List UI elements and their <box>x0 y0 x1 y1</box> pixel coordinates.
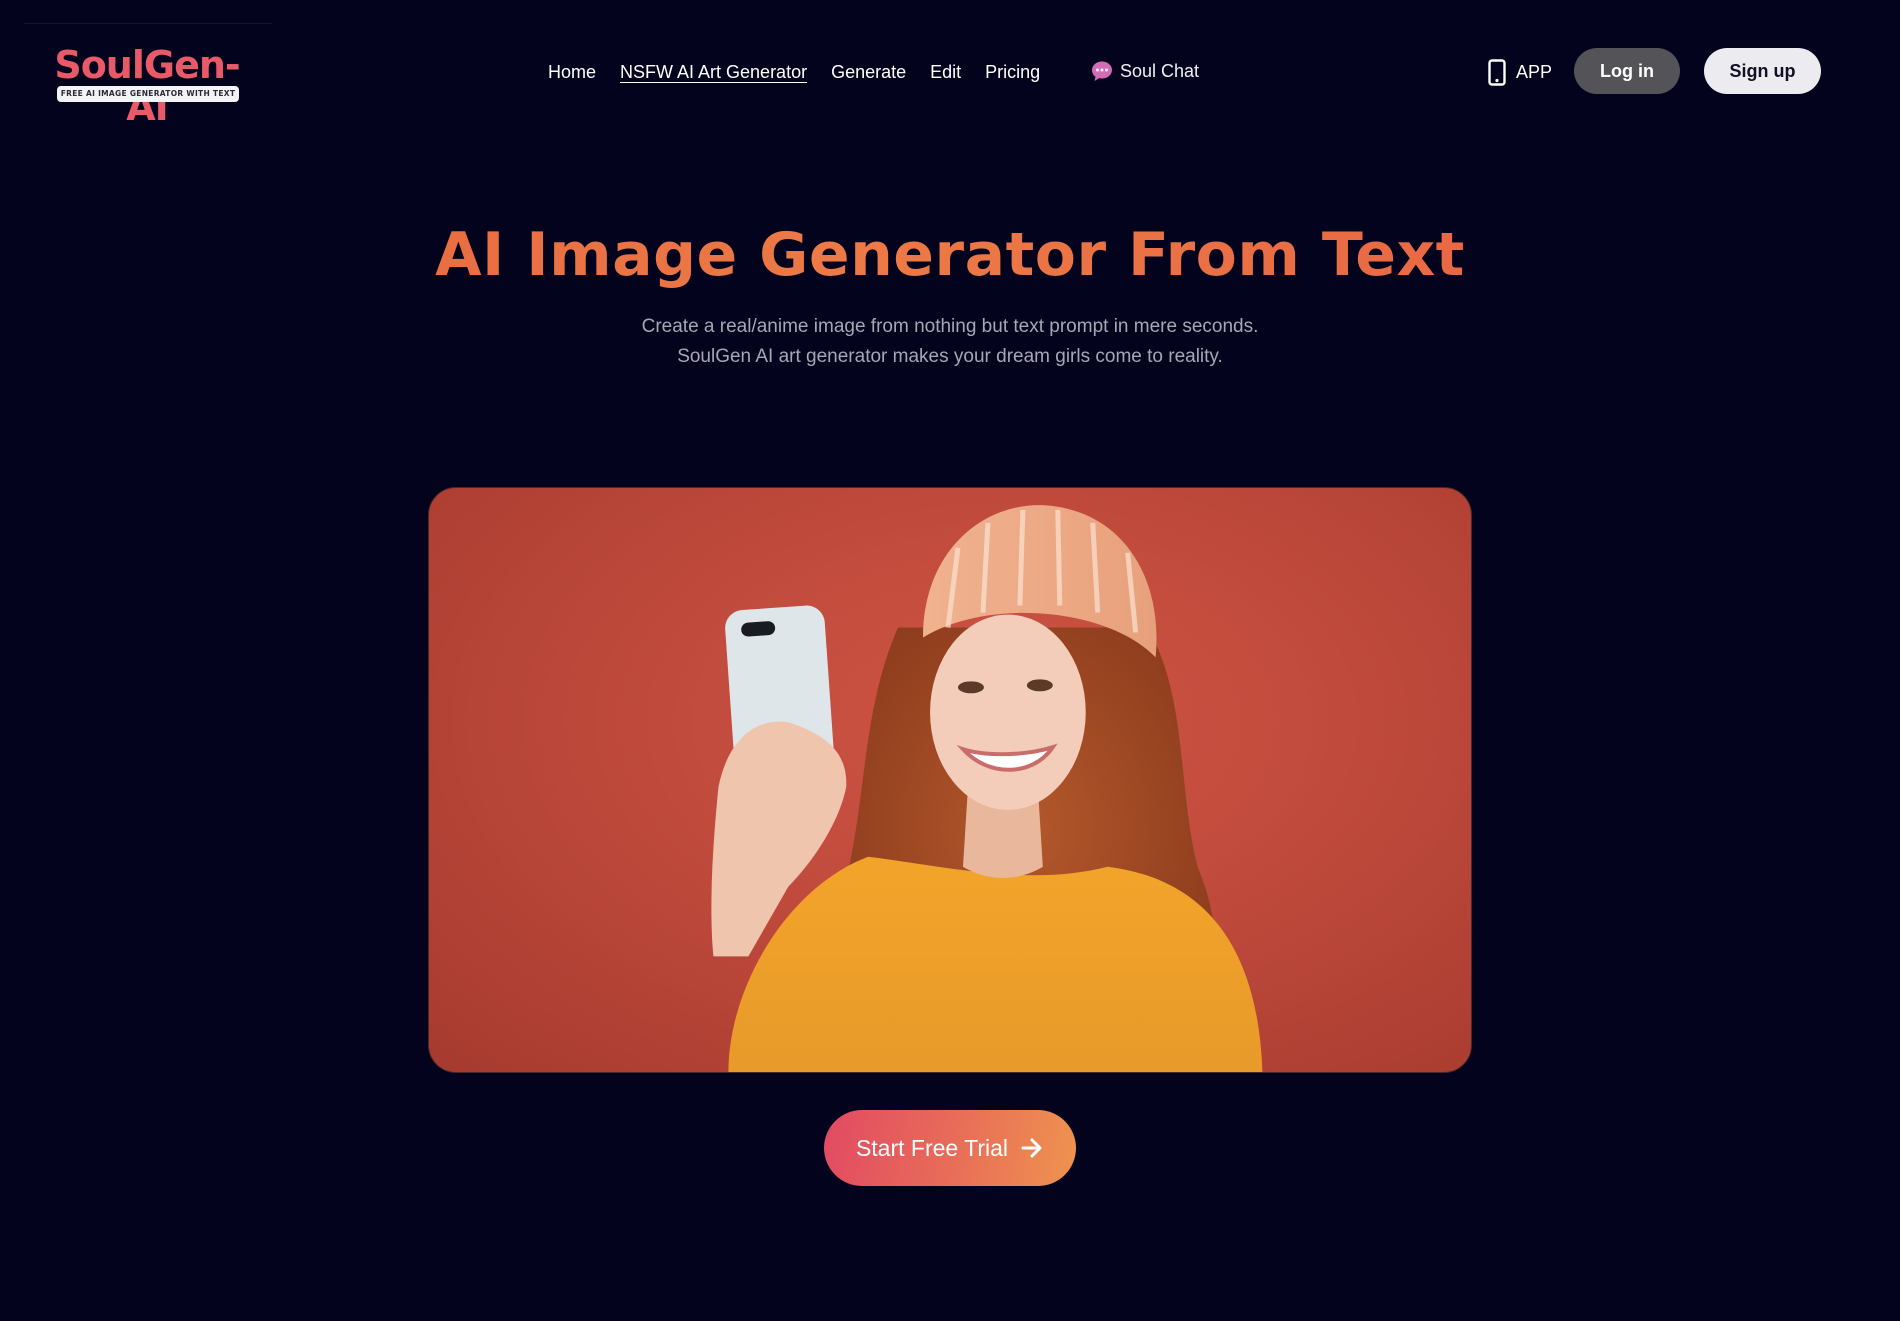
hero-image <box>428 487 1472 1073</box>
app-link[interactable]: APP <box>1488 57 1552 87</box>
soul-chat-label: Soul Chat <box>1120 60 1200 81</box>
hero-title: AI Image Generator From Text <box>0 218 1900 292</box>
site-header: SoulGen-AI FREE AI IMAGE GENERATOR WITH … <box>0 0 1900 140</box>
hero-subtitle-line-2: SoulGen AI art generator makes your drea… <box>677 346 1223 367</box>
start-free-trial-button[interactable]: Start Free Trial <box>824 1110 1076 1186</box>
face-shape <box>930 614 1086 810</box>
brand-tagline: FREE AI IMAGE GENERATOR WITH TEXT <box>57 86 239 102</box>
nav-edit[interactable]: Edit <box>930 58 961 86</box>
hero-illustration <box>711 505 1263 1072</box>
page: SoulGen-AI FREE AI IMAGE GENERATOR WITH … <box>0 0 1900 1321</box>
left-eye <box>957 681 984 694</box>
nav-generate[interactable]: Generate <box>831 58 906 86</box>
signup-button[interactable]: Sign up <box>1704 48 1821 94</box>
header-divider <box>24 23 272 24</box>
nav-soul-chat[interactable]: Soul Chat <box>1090 57 1199 85</box>
app-label: APP <box>1516 61 1553 82</box>
nav-pricing[interactable]: Pricing <box>985 58 1040 86</box>
nav-nsfw-ai-art-generator[interactable]: NSFW AI Art Generator <box>620 58 807 86</box>
arrow-right-icon <box>1021 1138 1042 1158</box>
brand-logo[interactable]: SoulGen-AI FREE AI IMAGE GENERATOR WITH … <box>38 44 256 128</box>
right-eye <box>1026 679 1053 692</box>
main-nav: Home NSFW AI Art Generator Generate Edit… <box>548 58 1064 86</box>
mobile-phone-icon <box>1488 58 1506 86</box>
chat-bubble-icon <box>1092 61 1112 81</box>
login-button[interactable]: Log in <box>1574 48 1680 94</box>
phone-camera <box>741 621 776 637</box>
hero-subtitle-line-1: Create a real/anime image from nothing b… <box>641 316 1259 337</box>
nav-home[interactable]: Home <box>548 58 596 86</box>
cta-label: Start Free Trial <box>855 1134 1009 1161</box>
